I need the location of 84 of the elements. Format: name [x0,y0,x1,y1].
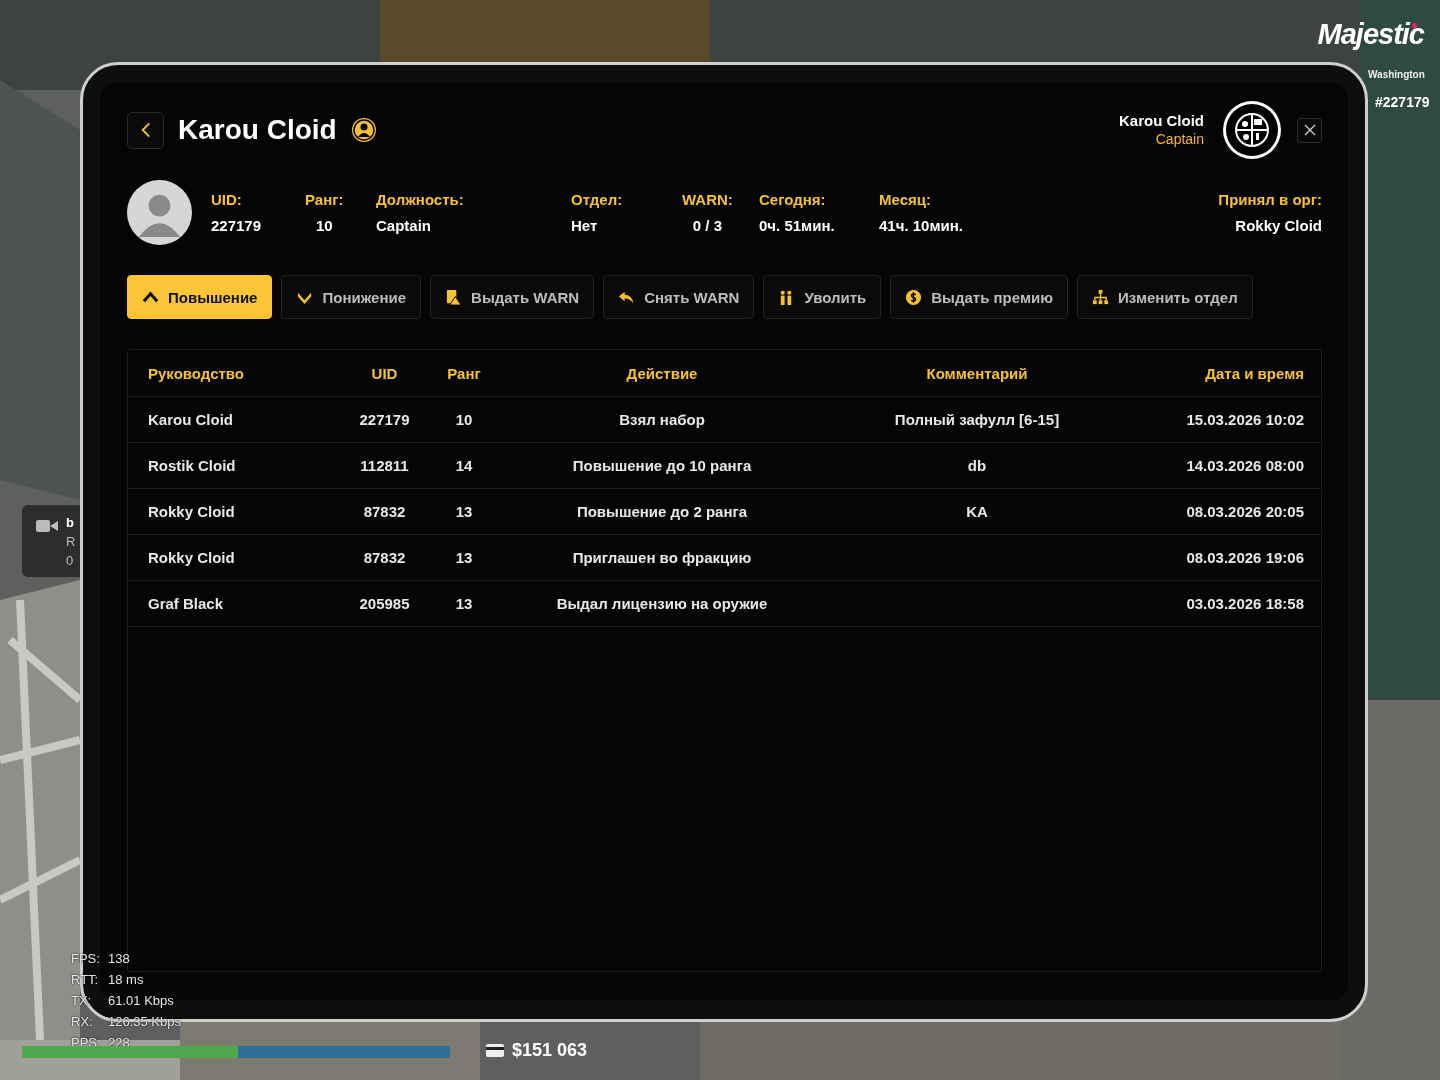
column-header: Действие [625,364,699,382]
stat-label: Принял в орг: [1218,191,1322,208]
table-cell-text: Повышение до 2 ранга [575,503,749,520]
table-cell-text: Rokky Cloid [148,549,236,566]
table-cell-text: 227179 [358,411,411,428]
table-cell-text: Graf Black [148,595,225,612]
stat-value: 0ч. 51мин. [759,217,835,234]
table-cell-text: 13 [454,549,474,566]
action-button[interactable]: Повышение [127,275,273,319]
table-cell-text: 03.03.2026 18:58 [1185,595,1304,612]
notification-text: 0 [66,551,75,570]
table-cell-text: 87832 [362,549,407,566]
camera-icon [36,519,58,533]
table-cell-text: 14.03.2026 08:00 [1185,457,1304,474]
stat-value: Rokky Cloid [1235,217,1322,234]
close-icon [1303,124,1316,136]
stat-value: 61.01 Kbps [108,993,174,1008]
table-cell-text: Выдал лицензию на оружие [555,595,769,612]
stat-value: 18 ms [108,972,144,987]
server-logo: Majestic [1317,18,1424,51]
table-cell-text: Взял набор [618,411,706,428]
hierarchy-icon [1092,288,1110,306]
document-warning-icon [445,288,463,306]
table-cell-text: Приглашен во фракцию [571,549,753,566]
stat-value: 227179 [211,217,262,234]
column-header: UID [370,364,399,382]
table-cell-text: 87832 [362,503,407,520]
user-rank: Captain [1155,130,1204,148]
stat-label: Должность: [376,191,464,208]
dollar-coin-icon [905,288,923,306]
stat-label: UID: [211,191,242,208]
stat-value: 138 [108,951,130,966]
stat-label: WARN: [682,191,733,208]
column-header: Комментарий [925,364,1029,382]
stat-label: Ранг: [305,191,344,208]
stat-value: Нет [571,217,598,234]
table-cell-text: 15.03.2026 10:02 [1185,411,1304,428]
player-id: #227179 [1375,94,1430,110]
stat-label: Месяц: [879,191,931,208]
stat-value: 41ч. 10мин. [879,217,963,234]
stat-label: Сегодня: [759,191,826,208]
column-header: Дата и время [1204,364,1304,382]
chevron-left-icon [140,121,151,139]
server-name: Washington [1368,69,1425,80]
notification-text: R [66,532,76,551]
page-title: Karou Cloid [178,114,337,146]
table-cell-text: 13 [454,595,474,612]
table-cell-text: 205985 [358,595,411,612]
table-cell-text: 13 [454,503,474,520]
user-name: Karou Cloid [1119,112,1204,130]
stat-value: 10 [315,217,333,234]
user-icon [350,117,377,143]
stat-label: RX: [71,1014,94,1029]
table-cell-text: 112811 [359,457,410,474]
card-icon [486,1044,504,1057]
table-cell-text: Karou Cloid [148,411,234,428]
cash-amount: $151 063 [512,1040,588,1061]
stat-label: Отдел: [571,191,623,208]
table-cell-text: db [966,457,988,474]
stat-value: Captain [376,217,431,234]
table-cell-text: Повышение до 10 ранга [571,457,753,474]
column-header: Ранг [446,364,482,382]
stat-label: PPS: [71,1035,102,1050]
table-cell-text: 08.03.2026 20:05 [1185,503,1304,520]
seal-icon [1222,100,1282,160]
table-cell-text: 08.03.2026 19:06 [1185,549,1304,566]
table-cell-text: 14 [454,457,474,474]
avatar [127,180,192,245]
action-button[interactable]: Изменить отдел [1077,275,1253,319]
action-button[interactable]: Выдать премию [890,275,1069,319]
stat-value: 0 / 3 [692,217,722,234]
table-cell-text: Rokky Cloid [148,503,236,520]
action-button[interactable]: Снять WARN [603,275,755,319]
column-header: Руководство [148,364,245,382]
back-button[interactable] [127,111,164,149]
action-button[interactable]: Выдать WARN [430,275,595,319]
table-cell-text: KA [965,503,989,520]
close-button[interactable] [1297,117,1322,143]
table-cell-text: Rostik Cloid [148,457,237,474]
table-cell-text: Полный зафулл [6-15] [893,411,1061,428]
action-button[interactable]: Понижение [281,275,422,319]
action-button[interactable]: Уволить [763,275,882,319]
notification-text: b [66,513,75,532]
table-cell-text: 10 [454,411,474,428]
